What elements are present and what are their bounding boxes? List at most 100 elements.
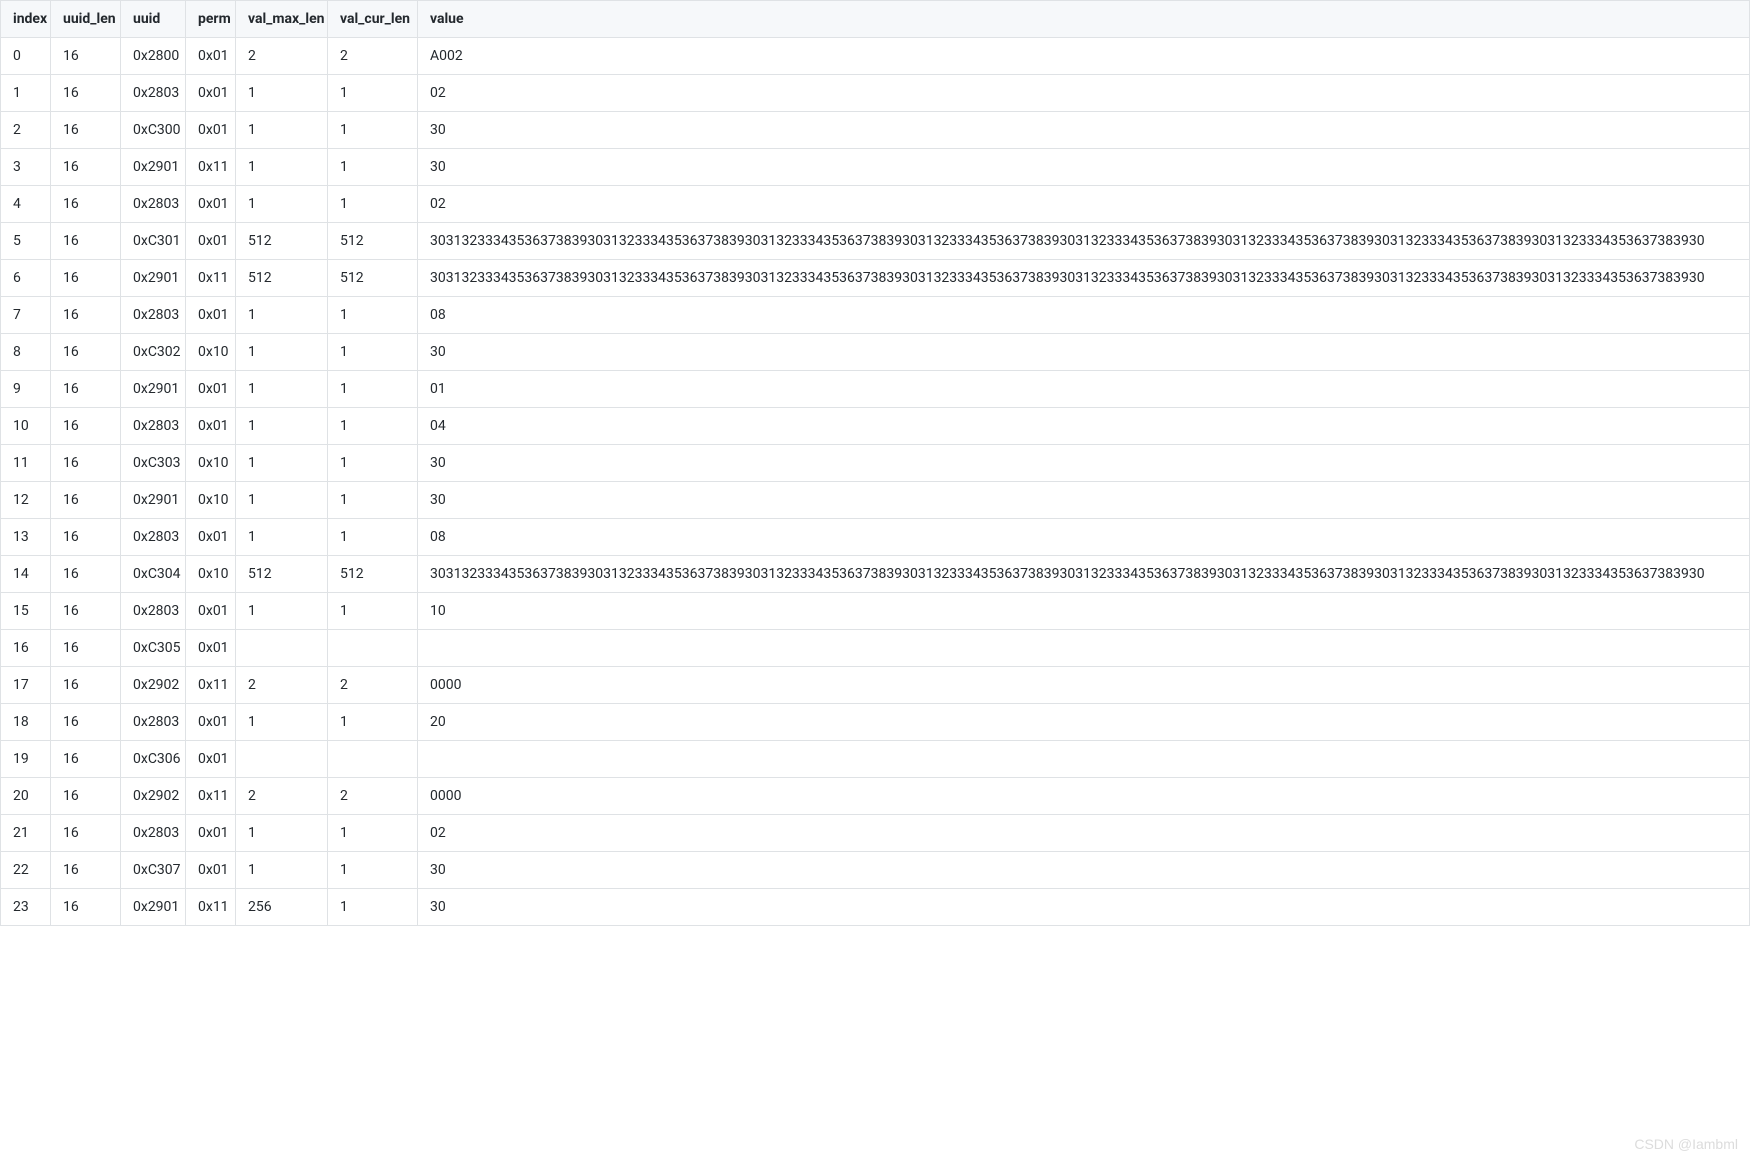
cell-uuid_len: 16	[51, 445, 121, 482]
cell-val_max_len: 2	[236, 667, 328, 704]
cell-val_cur_len: 2	[328, 667, 418, 704]
table-row[interactable]: 18160x28030x011120	[1, 704, 1750, 741]
cell-val_cur_len	[328, 630, 418, 667]
cell-uuid: 0x2803	[121, 593, 186, 630]
cell-index: 18	[1, 704, 51, 741]
cell-val_cur_len: 2	[328, 38, 418, 75]
cell-value: 01	[418, 371, 1750, 408]
column-header-uuid[interactable]: uuid	[121, 1, 186, 38]
watermark: CSDN @Iambml	[1634, 1136, 1738, 1152]
table-row[interactable]: 1160x28030x011102	[1, 75, 1750, 112]
cell-uuid_len: 16	[51, 149, 121, 186]
cell-index: 9	[1, 371, 51, 408]
cell-uuid: 0x2803	[121, 186, 186, 223]
cell-perm: 0x01	[186, 408, 236, 445]
cell-val_cur_len: 1	[328, 593, 418, 630]
column-header-val_cur_len[interactable]: val_cur_len	[328, 1, 418, 38]
column-header-val_max_len[interactable]: val_max_len	[236, 1, 328, 38]
column-header-uuid_len[interactable]: uuid_len	[51, 1, 121, 38]
cell-uuid: 0x2902	[121, 778, 186, 815]
cell-index: 4	[1, 186, 51, 223]
cell-val_max_len: 256	[236, 889, 328, 926]
cell-val_cur_len: 1	[328, 889, 418, 926]
table-row[interactable]: 12160x29010x101130	[1, 482, 1750, 519]
table-row[interactable]: 4160x28030x011102	[1, 186, 1750, 223]
cell-uuid_len: 16	[51, 667, 121, 704]
cell-perm: 0x11	[186, 778, 236, 815]
cell-uuid_len: 16	[51, 519, 121, 556]
table-row[interactable]: 14160xC3040x1051251230313233343536373839…	[1, 556, 1750, 593]
cell-value: 04	[418, 408, 1750, 445]
table-row[interactable]: 9160x29010x011101	[1, 371, 1750, 408]
cell-uuid_len: 16	[51, 630, 121, 667]
cell-uuid: 0x2800	[121, 38, 186, 75]
cell-val_max_len: 512	[236, 556, 328, 593]
table-row[interactable]: 10160x28030x011104	[1, 408, 1750, 445]
cell-val_max_len: 2	[236, 38, 328, 75]
cell-perm: 0x01	[186, 815, 236, 852]
cell-value: 30	[418, 445, 1750, 482]
cell-value: 20	[418, 704, 1750, 741]
cell-value: 0000	[418, 778, 1750, 815]
cell-val_cur_len: 1	[328, 297, 418, 334]
table-row[interactable]: 8160xC3020x101130	[1, 334, 1750, 371]
cell-uuid_len: 16	[51, 186, 121, 223]
table-row[interactable]: 5160xC3010x01512512303132333435363738393…	[1, 223, 1750, 260]
cell-value: 3031323334353637383930313233343536373839…	[418, 260, 1750, 297]
cell-val_max_len: 1	[236, 75, 328, 112]
table-row[interactable]: 15160x28030x011110	[1, 593, 1750, 630]
cell-val_max_len: 1	[236, 519, 328, 556]
cell-uuid: 0x2803	[121, 408, 186, 445]
table-container: indexuuid_lenuuidpermval_max_lenval_cur_…	[0, 0, 1750, 926]
table-row[interactable]: 6160x29010x11512512303132333435363738393…	[1, 260, 1750, 297]
cell-uuid: 0x2803	[121, 815, 186, 852]
cell-val_max_len: 2	[236, 778, 328, 815]
cell-index: 1	[1, 75, 51, 112]
cell-perm: 0x11	[186, 149, 236, 186]
table-row[interactable]: 7160x28030x011108	[1, 297, 1750, 334]
table-row[interactable]: 20160x29020x11220000	[1, 778, 1750, 815]
cell-val_max_len: 1	[236, 297, 328, 334]
table-row[interactable]: 2160xC3000x011130	[1, 112, 1750, 149]
cell-val_cur_len: 1	[328, 112, 418, 149]
table-row[interactable]: 16160xC3050x01	[1, 630, 1750, 667]
cell-index: 2	[1, 112, 51, 149]
cell-value: 08	[418, 519, 1750, 556]
cell-val_cur_len: 1	[328, 149, 418, 186]
table-row[interactable]: 17160x29020x11220000	[1, 667, 1750, 704]
cell-value: 30	[418, 482, 1750, 519]
cell-perm: 0x01	[186, 593, 236, 630]
cell-uuid_len: 16	[51, 852, 121, 889]
table-row[interactable]: 0160x28000x0122A002	[1, 38, 1750, 75]
cell-uuid_len: 16	[51, 334, 121, 371]
cell-uuid_len: 16	[51, 75, 121, 112]
cell-index: 21	[1, 815, 51, 852]
cell-perm: 0x11	[186, 260, 236, 297]
cell-index: 8	[1, 334, 51, 371]
cell-perm: 0x01	[186, 630, 236, 667]
table-row[interactable]: 23160x29010x11256130	[1, 889, 1750, 926]
column-header-index[interactable]: index	[1, 1, 51, 38]
column-header-value[interactable]: value	[418, 1, 1750, 38]
cell-val_max_len: 1	[236, 593, 328, 630]
cell-uuid: 0xC305	[121, 630, 186, 667]
cell-index: 6	[1, 260, 51, 297]
cell-perm: 0x11	[186, 667, 236, 704]
cell-uuid: 0xC306	[121, 741, 186, 778]
cell-uuid_len: 16	[51, 482, 121, 519]
cell-uuid_len: 16	[51, 260, 121, 297]
cell-perm: 0x01	[186, 75, 236, 112]
table-row[interactable]: 22160xC3070x011130	[1, 852, 1750, 889]
column-header-perm[interactable]: perm	[186, 1, 236, 38]
cell-perm: 0x01	[186, 519, 236, 556]
table-row[interactable]: 11160xC3030x101130	[1, 445, 1750, 482]
table-row[interactable]: 13160x28030x011108	[1, 519, 1750, 556]
table-row[interactable]: 19160xC3060x01	[1, 741, 1750, 778]
table-body: 0160x28000x0122A0021160x28030x0111022160…	[1, 38, 1750, 926]
cell-index: 5	[1, 223, 51, 260]
table-row[interactable]: 21160x28030x011102	[1, 815, 1750, 852]
table-row[interactable]: 3160x29010x111130	[1, 149, 1750, 186]
cell-value: 02	[418, 815, 1750, 852]
cell-val_max_len: 1	[236, 704, 328, 741]
cell-val_max_len: 1	[236, 112, 328, 149]
